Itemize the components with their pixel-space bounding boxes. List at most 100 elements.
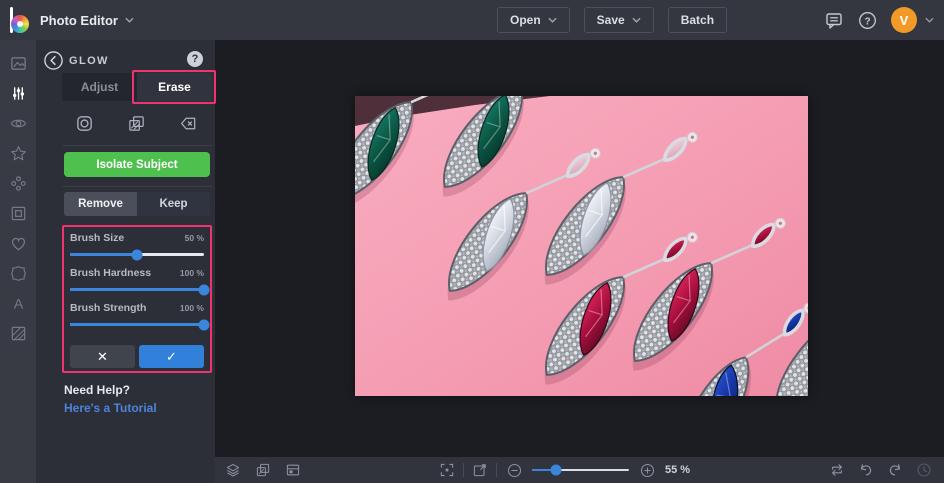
slider-value: 100 % bbox=[180, 268, 204, 278]
template-button[interactable] bbox=[285, 462, 301, 478]
open-button[interactable]: Open bbox=[497, 7, 570, 33]
slider-track[interactable] bbox=[70, 288, 204, 291]
redo-button[interactable] bbox=[887, 462, 903, 478]
sidebar-item-touchup[interactable] bbox=[0, 108, 36, 138]
panel-title: GLOW bbox=[69, 55, 109, 67]
brush-tip-icon bbox=[75, 114, 94, 133]
sidebar-item-effects[interactable] bbox=[0, 138, 36, 168]
save-button[interactable]: Save bbox=[584, 7, 654, 33]
minus-circle-icon bbox=[507, 463, 522, 478]
back-button[interactable] bbox=[43, 50, 64, 71]
erase-tools-row bbox=[62, 111, 212, 137]
svg-text:A: A bbox=[13, 296, 23, 312]
tab-erase[interactable]: Erase bbox=[137, 73, 212, 101]
panel-help-icon[interactable]: ? bbox=[187, 51, 203, 67]
undo-button[interactable] bbox=[858, 462, 874, 478]
sidebar-item-textures[interactable] bbox=[0, 318, 36, 348]
sidebar-item-text[interactable]: A bbox=[0, 288, 36, 318]
sidebar-item-frames[interactable] bbox=[0, 198, 36, 228]
sidebar-item-adjust[interactable] bbox=[0, 78, 36, 108]
chevron-down-icon bbox=[125, 17, 134, 23]
slider-thumb[interactable] bbox=[199, 319, 210, 330]
fit-screen-button[interactable] bbox=[439, 462, 455, 478]
svg-text:?: ? bbox=[864, 16, 870, 27]
clear-mask-button[interactable] bbox=[176, 111, 201, 136]
divider bbox=[62, 186, 212, 187]
photo-editor-app: Photo Editor Open Save Batch ? V bbox=[0, 0, 944, 483]
need-help-text: Need Help? bbox=[64, 383, 130, 397]
confirm-cancel-row: ✕ ✓ bbox=[70, 345, 204, 368]
brush-tip-button[interactable] bbox=[72, 111, 97, 136]
slider-track[interactable] bbox=[70, 323, 204, 326]
layers-icon bbox=[225, 462, 241, 478]
zoom-slider[interactable] bbox=[532, 469, 629, 472]
slider-value: 50 % bbox=[185, 233, 204, 243]
slider-label: Brush Size bbox=[70, 232, 124, 244]
zoom-slider-thumb[interactable] bbox=[551, 465, 562, 476]
text-icon: A bbox=[9, 294, 28, 313]
slider-thumb[interactable] bbox=[132, 249, 143, 260]
canvas-image[interactable] bbox=[355, 96, 808, 396]
zoom-in-button[interactable] bbox=[639, 462, 655, 478]
heart-icon bbox=[9, 234, 28, 253]
main-tool-sidebar: A bbox=[0, 40, 36, 483]
sidebar-item-graphics[interactable] bbox=[0, 168, 36, 198]
layers-button[interactable] bbox=[225, 462, 241, 478]
compare-icon bbox=[829, 462, 845, 478]
compare-button[interactable] bbox=[829, 462, 845, 478]
slider-label: Brush Hardness bbox=[70, 267, 151, 279]
template-icon bbox=[285, 462, 301, 478]
canvas-toolbar: 55 % bbox=[215, 457, 944, 483]
tab-adjust[interactable]: Adjust bbox=[62, 73, 137, 101]
sliders-icon bbox=[9, 84, 28, 103]
brush-size-slider: Brush Size 50 % bbox=[70, 232, 204, 256]
slider-track[interactable] bbox=[70, 253, 204, 256]
file-actions: Open Save Batch bbox=[497, 7, 727, 33]
glow-tool-panel: GLOW ? Adjust Erase Isolate Subject Remo… bbox=[36, 40, 215, 483]
divider bbox=[496, 463, 497, 477]
segment-remove[interactable]: Remove bbox=[64, 192, 137, 216]
undo-icon bbox=[858, 462, 874, 478]
duplicate-button[interactable] bbox=[255, 462, 271, 478]
brush-strength-slider: Brush Strength 100 % bbox=[70, 302, 204, 326]
tutorial-link[interactable]: Here's a Tutorial bbox=[64, 401, 157, 415]
confirm-button[interactable]: ✓ bbox=[139, 345, 204, 368]
sidebar-item-overlays[interactable] bbox=[0, 258, 36, 288]
dots-cluster-icon bbox=[9, 174, 28, 193]
canvas-area bbox=[215, 40, 944, 457]
frame-icon bbox=[9, 204, 28, 223]
batch-button[interactable]: Batch bbox=[668, 7, 727, 33]
help-icon[interactable]: ? bbox=[858, 11, 877, 30]
history-button[interactable] bbox=[916, 462, 932, 478]
sidebar-item-image-manager[interactable] bbox=[0, 48, 36, 78]
slider-value: 100 % bbox=[180, 303, 204, 313]
top-bar: Photo Editor Open Save Batch ? V bbox=[0, 0, 944, 40]
topbar-right: ? V bbox=[824, 0, 934, 40]
app-title-menu[interactable]: Photo Editor bbox=[40, 0, 134, 40]
texture-icon bbox=[9, 324, 28, 343]
star-icon bbox=[9, 144, 28, 163]
image-icon bbox=[9, 54, 28, 73]
panel-tabs: Adjust Erase bbox=[62, 73, 212, 101]
invert-mask-button[interactable] bbox=[124, 111, 149, 136]
account-chevron-icon[interactable] bbox=[925, 17, 934, 23]
befunky-logo-icon[interactable] bbox=[10, 7, 34, 33]
divider bbox=[463, 463, 464, 477]
segment-keep[interactable]: Keep bbox=[137, 192, 210, 216]
slider-label: Brush Strength bbox=[70, 302, 146, 314]
sidebar-item-favorites[interactable] bbox=[0, 228, 36, 258]
duplicate-icon bbox=[255, 462, 271, 478]
feedback-chat-icon[interactable] bbox=[824, 10, 844, 30]
chevron-down-icon bbox=[548, 17, 557, 23]
isolate-subject-button[interactable]: Isolate Subject bbox=[64, 152, 210, 177]
plus-circle-icon bbox=[640, 463, 655, 478]
account-avatar[interactable]: V bbox=[891, 7, 917, 33]
preview-button[interactable] bbox=[472, 462, 488, 478]
app-title: Photo Editor bbox=[40, 13, 118, 28]
zoom-out-button[interactable] bbox=[506, 462, 522, 478]
clear-mask-icon bbox=[179, 114, 198, 133]
chevron-down-icon bbox=[632, 17, 641, 23]
fit-screen-icon bbox=[439, 462, 455, 478]
slider-thumb[interactable] bbox=[199, 284, 210, 295]
cancel-button[interactable]: ✕ bbox=[70, 345, 135, 368]
